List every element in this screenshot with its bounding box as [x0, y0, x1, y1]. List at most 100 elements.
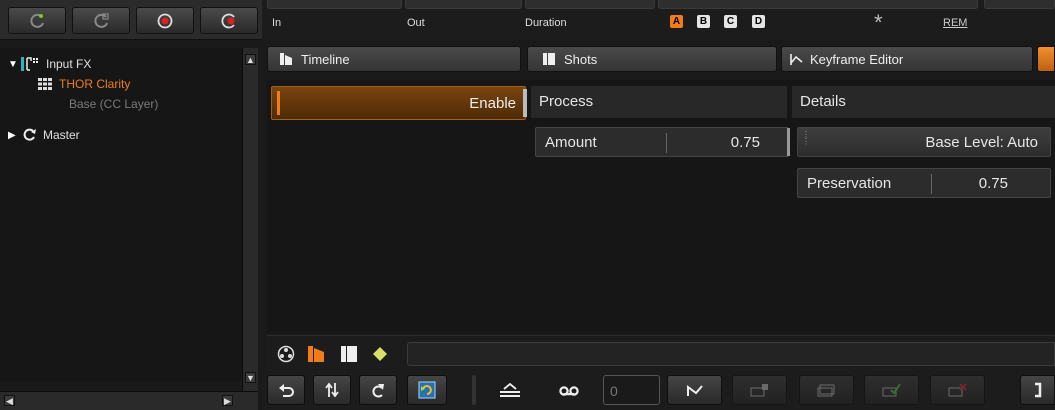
tab-label: Keyframe Editor: [810, 51, 904, 67]
scroll-down-icon[interactable]: ▼: [245, 372, 256, 383]
version-d-button[interactable]: D: [752, 15, 765, 28]
out-timecode-field[interactable]: [405, 0, 522, 9]
tab-shots[interactable]: Shots: [527, 46, 777, 72]
amount-value[interactable]: 0.75: [731, 134, 760, 151]
grade-copy-button[interactable]: [732, 375, 787, 405]
extra-slot: [984, 0, 1055, 9]
tree-item-master[interactable]: ▶ Master: [8, 125, 80, 145]
collapse-triangle-icon[interactable]: ▶: [8, 130, 18, 141]
grade-remove-button[interactable]: [930, 375, 985, 405]
grid-icon: [38, 78, 52, 90]
preservation-label: Preservation: [807, 174, 892, 192]
input-fx-icon: [21, 57, 38, 71]
scroll-right-icon[interactable]: ▶: [222, 395, 233, 406]
amount-label: Amount: [545, 133, 597, 151]
grade-remove-icon: [948, 383, 967, 397]
process-header: Process: [531, 86, 787, 118]
bottom-toolbar: 0: [262, 371, 1055, 410]
field-edge: [787, 128, 790, 156]
toggle-indicator: [277, 91, 280, 115]
version-c-button[interactable]: C: [724, 15, 737, 28]
tab-label: Timeline: [301, 51, 350, 67]
record-icon: [221, 13, 235, 28]
panel-tabs: Timeline Shots Keyframe Editor: [267, 46, 1055, 72]
refresh-icon: [418, 381, 436, 399]
grade-stack-button[interactable]: [799, 375, 854, 405]
fx-toolbar: [0, 0, 262, 40]
preservation-value[interactable]: 0.75: [979, 175, 1008, 192]
asterisk-icon[interactable]: *: [874, 10, 883, 36]
out-label: Out: [407, 17, 425, 29]
toggle-edge: [523, 89, 527, 117]
redo-button[interactable]: [359, 375, 397, 405]
reset-button[interactable]: [72, 7, 130, 34]
version-slot: [658, 0, 978, 9]
undo-button[interactable]: [267, 375, 305, 405]
tree-vertical-scrollbar[interactable]: ▲ ▼: [242, 48, 258, 391]
preset-input[interactable]: [407, 342, 1055, 366]
scroll-left-icon[interactable]: ◀: [4, 395, 15, 406]
scroll-up-icon[interactable]: ▲: [245, 54, 256, 65]
in-label: In: [272, 17, 282, 29]
effect-editor: Enable Process Amount 0.75 Details ⋮ ⋮ Ba…: [267, 80, 1055, 333]
bracket-icon: [1034, 382, 1041, 398]
tree-item-label: Master: [43, 128, 80, 142]
version-a-button[interactable]: A: [670, 15, 683, 28]
details-header: Details: [792, 86, 1055, 118]
frame-input[interactable]: 0: [603, 375, 660, 405]
master-grade-icon: [23, 128, 36, 141]
close-panel-button[interactable]: [1020, 375, 1055, 405]
swap-button[interactable]: [313, 375, 351, 405]
rem-button[interactable]: REM: [943, 17, 967, 29]
tab-timeline[interactable]: Timeline: [267, 46, 521, 72]
refresh-button[interactable]: [407, 375, 447, 405]
duration-label: Duration: [525, 17, 567, 29]
record-button[interactable]: [200, 7, 258, 34]
stop-record-icon: [157, 13, 173, 28]
tree-item-label: Base (CC Layer): [69, 97, 159, 111]
timecode-bar: In Out Duration A B C D * REM: [262, 0, 1055, 40]
in-timecode-field[interactable]: [267, 0, 402, 9]
grade-stack-icon: [817, 384, 834, 397]
swap-arrows-icon: [325, 382, 339, 398]
curve-icon: [686, 385, 703, 396]
expand-triangle-icon[interactable]: ▼: [8, 59, 18, 70]
curve-button[interactable]: [667, 375, 722, 405]
keyframe-diamond-icon[interactable]: [373, 347, 387, 361]
enable-toggle[interactable]: Enable: [271, 86, 527, 120]
tree-item-input-fx[interactable]: ▼ Input FX: [8, 54, 91, 74]
tree-item-base-cc-layer[interactable]: Base (CC Layer): [69, 94, 158, 114]
duration-timecode-field[interactable]: [525, 0, 655, 9]
toolbar-divider: [472, 375, 476, 405]
tree-item-label: THOR Clarity: [59, 77, 131, 91]
tree-item-label: Input FX: [46, 57, 92, 71]
splice-icon[interactable]: [499, 383, 521, 397]
preset-strip: [267, 335, 1055, 371]
layout-icon[interactable]: [340, 345, 358, 363]
timeline-icon: [280, 53, 292, 65]
loop-icon[interactable]: [559, 385, 579, 397]
grade-copy-icon: [750, 384, 768, 397]
tree-item-thor-clarity[interactable]: THOR Clarity: [38, 74, 130, 94]
grade-apply-button[interactable]: [864, 375, 919, 405]
shots-icon: [543, 53, 555, 65]
enable-label: Enable: [469, 95, 516, 112]
orange-timeline-icon[interactable]: [307, 345, 325, 363]
add-grade-button[interactable]: [8, 7, 66, 34]
tab-overflow[interactable]: [1037, 46, 1055, 72]
keyframe-icon: [790, 54, 803, 65]
redo-icon: [372, 384, 384, 398]
film-reel-icon[interactable]: [277, 345, 295, 363]
version-b-button[interactable]: B: [697, 15, 710, 28]
preservation-field[interactable]: Preservation 0.75: [797, 168, 1051, 198]
stop-record-button[interactable]: [136, 7, 194, 34]
tree-horizontal-scrollbar[interactable]: ◀ ▶: [0, 391, 258, 410]
tab-keyframe-editor[interactable]: Keyframe Editor: [781, 46, 1033, 72]
base-level-dropdown[interactable]: ⋮ ⋮ Base Level: Auto: [797, 127, 1051, 157]
amount-field[interactable]: Amount 0.75: [535, 127, 790, 157]
tab-label: Shots: [564, 51, 598, 67]
dropdown-grip-icon: ⋮ ⋮: [802, 130, 810, 146]
fx-tree: ▼ Input FX THOR Clarity Base (CC Layer) …: [0, 48, 242, 381]
grade-apply-icon: [882, 383, 901, 397]
field-separator: [931, 174, 932, 194]
